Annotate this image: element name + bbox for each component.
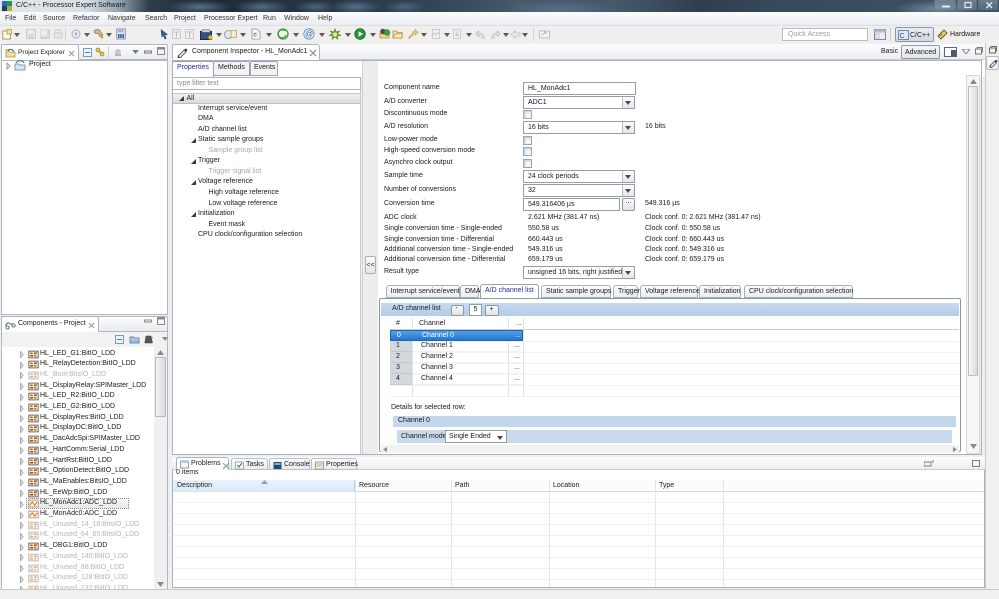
svg-text:@: @	[305, 30, 313, 39]
svg-text:C: C	[900, 33, 905, 40]
svg-text:c: c	[254, 33, 257, 39]
